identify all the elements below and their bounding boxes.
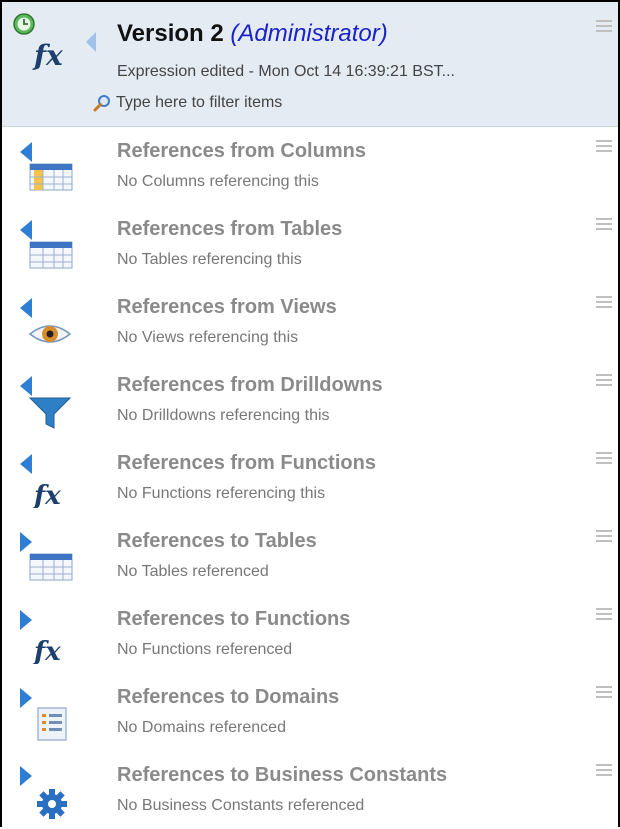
list-item[interactable]: References from Drilldowns No Drilldowns … — [2, 362, 618, 441]
svg-text:fx: fx — [32, 637, 61, 664]
item-title: References to Domains — [117, 686, 340, 708]
menu-icon[interactable] — [596, 686, 612, 699]
item-subtitle: No Columns referencing this — [117, 173, 319, 190]
item-subtitle: No Tables referencing this — [117, 251, 302, 268]
menu-icon[interactable] — [596, 218, 612, 231]
item-title: References from Drilldowns — [117, 374, 383, 396]
menu-icon[interactable] — [596, 452, 612, 465]
item-subtitle: No Drilldowns referencing this — [117, 407, 330, 424]
gear-icon — [20, 766, 67, 819]
item-subtitle: No Views referencing this — [117, 329, 299, 346]
references-panel: fx Version 2 (Administrator) Expression … — [0, 0, 620, 827]
list-item[interactable]: References from Views No Views referencin… — [2, 284, 618, 363]
menu-icon[interactable] — [596, 296, 612, 309]
list-item[interactable]: References to Domains No Domains referenc… — [2, 674, 618, 753]
list-item[interactable]: References from Tables No Tables referenc… — [2, 206, 618, 285]
header: fx Version 2 (Administrator) Expression … — [2, 2, 618, 127]
item-title: References from Views — [117, 296, 337, 318]
menu-icon[interactable] — [596, 140, 612, 153]
function-icon: fx — [20, 454, 61, 508]
svg-text:fx: fx — [32, 481, 61, 508]
item-subtitle: No Business Constants referenced — [117, 797, 365, 814]
menu-icon[interactable] — [596, 608, 612, 621]
item-subtitle: No Functions referencing this — [117, 485, 326, 502]
item-subtitle: No Functions referenced — [117, 641, 293, 658]
eye-icon — [20, 298, 72, 343]
item-title: References from Functions — [117, 452, 376, 474]
list-icon — [20, 688, 67, 741]
version-label: Version 2 — [117, 20, 224, 47]
role-label: (Administrator) — [230, 20, 388, 47]
menu-icon[interactable] — [596, 764, 612, 777]
list-item[interactable]: References from Columns No Columns refere… — [2, 128, 618, 207]
item-subtitle: No Tables referenced — [117, 563, 269, 580]
item-title: References from Columns — [117, 140, 366, 162]
funnel-icon — [20, 376, 72, 429]
table-icon — [20, 532, 73, 581]
menu-icon[interactable] — [596, 530, 612, 543]
filter-placeholder: Type here to filter items — [116, 94, 283, 111]
status-text: Expression edited - Mon Oct 14 16:39:21 … — [117, 63, 455, 80]
page-title: Version 2 (Administrator) — [117, 20, 388, 48]
filter-input[interactable]: Type here to filter items — [92, 92, 282, 114]
item-subtitle: No Domains referenced — [117, 719, 286, 736]
list-item[interactable]: fx References from Functions No Functions … — [2, 440, 618, 519]
item-title: References to Functions — [117, 608, 351, 630]
item-title: References from Tables — [117, 218, 343, 240]
item-title: References to Business Constants — [117, 764, 448, 786]
menu-icon[interactable] — [596, 20, 612, 33]
list-item[interactable]: References to Tables No Tables referenced — [2, 518, 618, 597]
menu-icon[interactable] — [596, 374, 612, 387]
list-item[interactable]: fx References to Functions No Functions re… — [2, 596, 618, 675]
search-icon — [93, 95, 110, 112]
table-icon — [20, 220, 73, 269]
item-title: References to Tables — [117, 530, 317, 552]
function-clock-icon: fx — [13, 13, 96, 72]
column-table-icon — [20, 142, 73, 191]
list-item[interactable]: References to Business Constants No Busin… — [2, 752, 618, 827]
svg-text:fx: fx — [32, 39, 63, 72]
function-icon: fx — [20, 610, 61, 664]
